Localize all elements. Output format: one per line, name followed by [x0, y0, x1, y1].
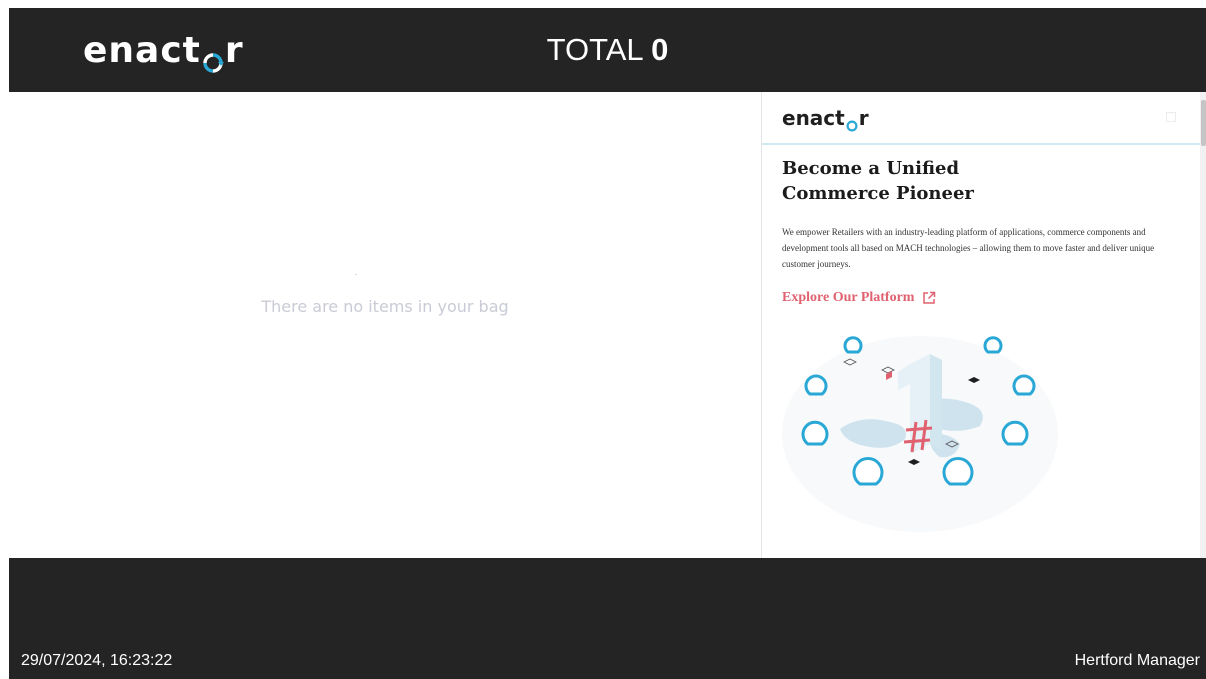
explore-platform-link[interactable]: Explore Our Platform — [782, 290, 936, 306]
promo-logo[interactable]: enact r — [782, 106, 869, 132]
promo-scrollbar[interactable] — [1200, 92, 1206, 558]
menu-icon[interactable] — [1166, 112, 1176, 122]
promo-title-line1: Become a Unified — [782, 158, 960, 179]
promo-title-line2: Commerce Pioneer — [782, 183, 974, 204]
promo-title: Become a Unified Commerce Pioneer — [782, 156, 1102, 206]
bag-empty-message: There are no items in your bag — [261, 297, 509, 316]
platform-illustration — [782, 336, 1058, 532]
promo-scroll-thumb[interactable] — [1201, 100, 1206, 146]
promo-body: We empower Retailers with an industry-le… — [782, 227, 1155, 269]
promo-logo-o-icon — [846, 113, 858, 132]
total-label: TOTAL — [546, 32, 643, 67]
header-bar: enact r TOTAL 0 — [9, 8, 1206, 92]
bag-divider — [355, 274, 357, 275]
promo-header: enact r — [762, 92, 1200, 145]
total-value: 0 — [651, 32, 669, 67]
promo-logo-text-start: enact — [782, 106, 845, 130]
explore-platform-label: Explore Our Platform — [782, 290, 915, 305]
footer-bar: 29/07/2024, 16:23:22 Hertford Manager — [9, 558, 1206, 679]
promo-logo-text-end: r — [858, 106, 869, 130]
total-display: TOTAL 0 — [9, 32, 1206, 68]
top-edge — [0, 0, 1206, 8]
external-link-icon — [922, 291, 936, 305]
bag-area: There are no items in your bag — [9, 92, 761, 558]
footer-user[interactable]: Hertford Manager — [1075, 652, 1200, 670]
promo-panel[interactable]: enact r Become a Unified Commerce Pionee… — [761, 92, 1206, 558]
left-edge — [0, 8, 9, 679]
footer-datetime: 29/07/2024, 16:23:22 — [21, 652, 173, 669]
